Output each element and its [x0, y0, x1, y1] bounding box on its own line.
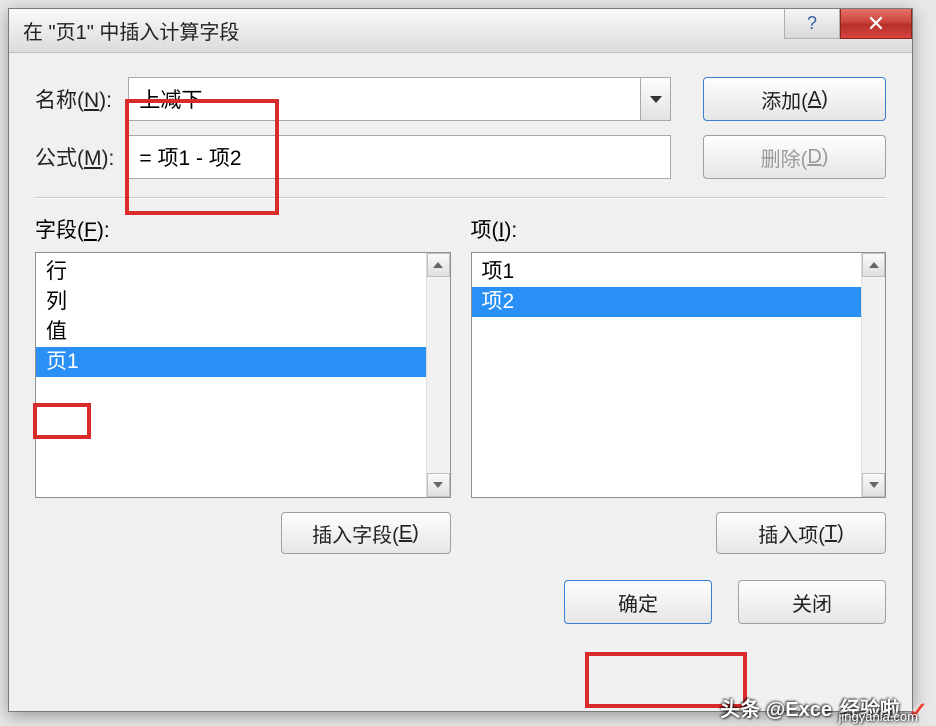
list-item-selected[interactable]: 页1: [36, 347, 426, 377]
insert-field-button[interactable]: 插入字段(E): [281, 512, 451, 554]
scroll-track[interactable]: [862, 277, 885, 473]
scrollbar[interactable]: [861, 253, 885, 497]
close-button[interactable]: 关闭: [738, 580, 886, 624]
items-label: 项(I):: [471, 214, 887, 244]
fields-column: 字段(F): 行 列 值 页1: [35, 214, 451, 554]
close-icon: ✕: [867, 11, 885, 37]
help-button[interactable]: ?: [784, 9, 840, 39]
items-list-content: 项1 项2: [472, 253, 862, 497]
scroll-down-button[interactable]: [427, 473, 450, 497]
add-button[interactable]: 添加(A): [703, 77, 886, 121]
bottom-buttons: 确定 关闭: [35, 580, 886, 624]
name-label: 名称(N):: [35, 84, 128, 114]
titlebar: 在 "页1" 中插入计算字段 ? ✕: [9, 9, 912, 53]
dialog-window: 在 "页1" 中插入计算字段 ? ✕ 名称(N): 添加(A): [8, 8, 913, 712]
divider: [35, 197, 886, 198]
insert-field-row: 插入字段(E): [35, 512, 451, 554]
scroll-track[interactable]: [427, 277, 450, 473]
name-input[interactable]: [128, 77, 641, 121]
list-item[interactable]: 值: [36, 317, 426, 347]
name-dropdown-button[interactable]: [641, 77, 671, 121]
watermark-url: jingyanla.com: [839, 709, 919, 724]
name-combobox: [128, 77, 671, 121]
list-item[interactable]: 项1: [472, 257, 862, 287]
window-close-button[interactable]: ✕: [840, 9, 912, 39]
name-row: 名称(N): 添加(A): [35, 77, 886, 121]
list-item-selected[interactable]: 项2: [472, 287, 862, 317]
delete-button[interactable]: 删除(D): [703, 135, 886, 179]
lists-row: 字段(F): 行 列 值 页1: [35, 214, 886, 554]
dialog-title: 在 "页1" 中插入计算字段: [23, 16, 239, 45]
chevron-down-icon: [650, 96, 662, 103]
scroll-up-button[interactable]: [427, 253, 450, 277]
formula-input[interactable]: [128, 135, 671, 179]
fields-list-content: 行 列 值 页1: [36, 253, 426, 497]
arrow-down-icon: [869, 482, 879, 488]
insert-item-row: 插入项(T): [471, 512, 887, 554]
formula-row: 公式(M): 删除(D): [35, 135, 886, 179]
items-column: 项(I): 项1 项2 插入项(T): [471, 214, 887, 554]
titlebar-buttons: ? ✕: [784, 9, 912, 39]
help-icon: ?: [807, 13, 817, 34]
fields-listbox[interactable]: 行 列 值 页1: [35, 252, 451, 498]
list-item[interactable]: 列: [36, 287, 426, 317]
ok-button[interactable]: 确定: [564, 580, 712, 624]
scroll-up-button[interactable]: [862, 253, 885, 277]
formula-label: 公式(M):: [35, 142, 128, 172]
scroll-down-button[interactable]: [862, 473, 885, 497]
arrow-up-icon: [433, 262, 443, 268]
arrow-down-icon: [433, 482, 443, 488]
list-item[interactable]: 行: [36, 257, 426, 287]
watermark: 头条 @Exce 经验啦 ✓ jingyanla.com: [720, 693, 930, 722]
insert-item-button[interactable]: 插入项(T): [716, 512, 886, 554]
fields-label: 字段(F):: [35, 214, 451, 244]
arrow-up-icon: [869, 262, 879, 268]
watermark-text-left: 头条 @Exce: [720, 693, 832, 722]
dialog-content: 名称(N): 添加(A) 公式(M): 删除(D): [9, 53, 912, 642]
items-listbox[interactable]: 项1 项2: [471, 252, 887, 498]
scrollbar[interactable]: [426, 253, 450, 497]
